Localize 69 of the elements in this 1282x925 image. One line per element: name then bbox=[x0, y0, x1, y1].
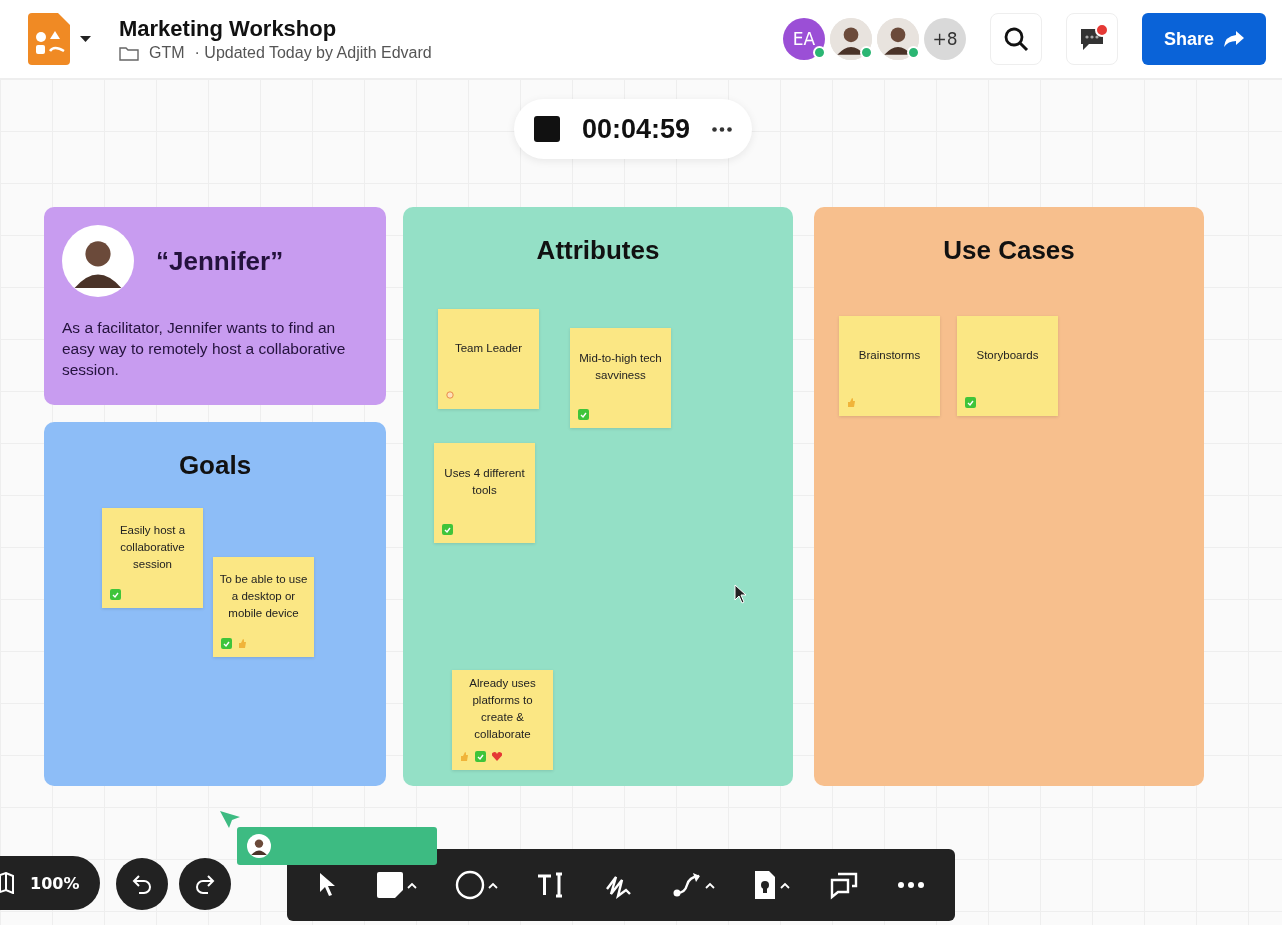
caret-icon bbox=[705, 881, 715, 889]
note-text: Mid-to-high tech savviness bbox=[578, 351, 663, 383]
thumbs-up-icon[interactable] bbox=[238, 638, 247, 648]
stop-icon[interactable] bbox=[533, 116, 560, 142]
caret-icon bbox=[407, 881, 417, 889]
more-icon[interactable] bbox=[712, 126, 733, 132]
sticky-note[interactable]: Brainstorms bbox=[839, 316, 940, 416]
sticky-note[interactable]: Mid-to-high tech savviness bbox=[570, 328, 671, 428]
board-heading: Goals bbox=[177, 450, 253, 481]
mouse-cursor-icon bbox=[734, 584, 748, 604]
sticky-note[interactable]: To be able to use a desktop or mobile device bbox=[213, 557, 314, 657]
check-icon[interactable] bbox=[110, 588, 121, 600]
share-button[interactable]: Share bbox=[1142, 13, 1266, 65]
board-heading: Attributes bbox=[535, 235, 661, 266]
note-text: To be able to use a desktop or mobile device bbox=[219, 571, 308, 621]
note-text: Uses 4 different tools bbox=[443, 466, 526, 498]
sticky-note[interactable]: Uses 4 different tools bbox=[434, 443, 535, 543]
circle-icon bbox=[455, 870, 485, 900]
sticky-note[interactable]: Team Leader bbox=[438, 309, 539, 409]
comment-icon bbox=[828, 870, 860, 900]
check-icon[interactable] bbox=[965, 396, 976, 408]
note-text: Brainstorms bbox=[858, 347, 921, 363]
user-avatar[interactable] bbox=[830, 18, 872, 60]
persona-name: “Jennifer” bbox=[156, 245, 284, 277]
check-icon[interactable] bbox=[578, 408, 589, 420]
updated-text: · Updated Today by Adjith Edvard bbox=[194, 44, 432, 62]
caret-icon[interactable] bbox=[80, 35, 91, 43]
board-title: Marketing Workshop bbox=[119, 16, 338, 42]
avatar-silhouette bbox=[830, 18, 872, 60]
sticky-note[interactable]: Storyboards bbox=[957, 316, 1058, 416]
folder-icon bbox=[119, 45, 139, 61]
zoom-control[interactable]: 100% bbox=[0, 856, 100, 910]
redo-icon bbox=[194, 873, 216, 895]
caret-icon bbox=[488, 881, 498, 889]
persona-description: As a facilitator, Jennifer wants to find an easy way to remotely host a collaborative session. bbox=[62, 318, 347, 380]
heart-icon[interactable] bbox=[492, 751, 502, 761]
check-icon[interactable] bbox=[221, 637, 232, 649]
search-icon bbox=[1003, 26, 1029, 52]
persona-avatar bbox=[62, 225, 134, 297]
zoom-level[interactable]: 100% bbox=[30, 873, 80, 893]
note-text: Already uses platforms to create & collaborate bbox=[468, 676, 537, 742]
thumbs-up-icon[interactable] bbox=[460, 751, 469, 761]
sticky-note[interactable]: Easily host a collaborative session bbox=[102, 508, 203, 608]
search-button[interactable] bbox=[990, 13, 1042, 65]
board-heading: Use Cases bbox=[942, 235, 1076, 266]
more-users-count[interactable]: +8 bbox=[924, 18, 966, 60]
check-icon[interactable] bbox=[475, 750, 486, 762]
redo-button[interactable] bbox=[179, 858, 231, 910]
connector-icon bbox=[672, 871, 702, 899]
note-text: Team Leader bbox=[454, 340, 523, 356]
folder-name[interactable]: GTM bbox=[149, 44, 185, 62]
caret-icon bbox=[780, 881, 790, 889]
chat-button[interactable] bbox=[1066, 13, 1118, 65]
note-text: Easily host a collaborative session bbox=[118, 522, 187, 572]
share-arrow-icon bbox=[1224, 31, 1244, 47]
check-icon[interactable] bbox=[442, 523, 453, 535]
note-text: Storyboards bbox=[976, 347, 1039, 363]
sticky-note[interactable]: Already uses platforms to create & collaborate bbox=[452, 670, 553, 770]
undo-button[interactable] bbox=[116, 858, 168, 910]
undo-icon bbox=[131, 873, 153, 895]
avatar-silhouette bbox=[877, 18, 919, 60]
sticky-note-icon bbox=[753, 870, 777, 900]
cursor-avatar bbox=[247, 834, 271, 858]
more-icon bbox=[898, 882, 924, 888]
timer-time: 00:04:59 bbox=[581, 113, 691, 145]
map-icon[interactable] bbox=[0, 872, 14, 894]
user-avatar[interactable] bbox=[877, 18, 919, 60]
thumbs-up-icon[interactable] bbox=[847, 397, 856, 407]
user-avatar[interactable]: EA bbox=[783, 18, 825, 60]
